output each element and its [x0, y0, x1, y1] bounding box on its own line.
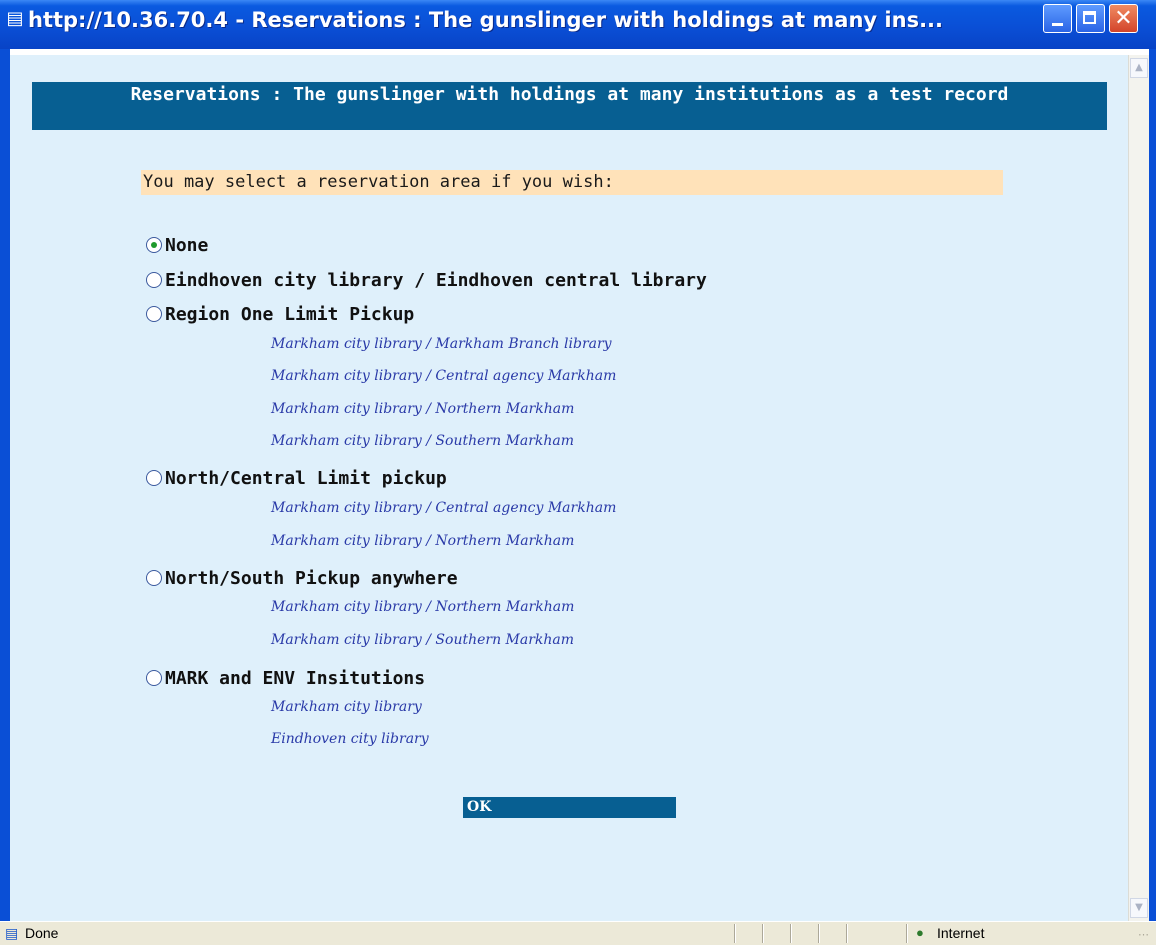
status-divider	[734, 924, 736, 943]
radio-button[interactable]	[146, 306, 162, 322]
radio-button[interactable]	[146, 670, 162, 686]
minimize-icon	[1052, 23, 1063, 26]
maximize-icon	[1083, 11, 1096, 24]
window-title: http://10.36.70.4 - Reservations : The g…	[28, 8, 944, 32]
location-item: Markham city library / Northern Markham	[271, 533, 575, 549]
option-label: MARK and ENV Insitutions	[165, 668, 426, 689]
location-item: Markham city library / Southern Markham	[271, 632, 575, 648]
status-text: Done	[25, 925, 59, 941]
window-title-bar[interactable]: ▤ http://10.36.70.4 - Reservations : The…	[0, 0, 1156, 49]
status-divider	[790, 924, 792, 943]
status-divider	[846, 924, 848, 943]
resize-grip-icon[interactable]: ⋯	[1138, 928, 1152, 942]
location-item: Eindhoven city library	[271, 731, 429, 747]
location-item: Markham city library / Central agency Ma…	[271, 500, 617, 516]
option-label: North/South Pickup anywhere	[165, 568, 458, 589]
status-divider	[906, 924, 908, 943]
radio-button[interactable]	[146, 272, 162, 288]
internet-globe-icon: ●	[916, 925, 924, 940]
location-item: Markham city library	[271, 699, 422, 715]
vertical-scrollbar[interactable]: ▲ ▼	[1128, 55, 1149, 921]
status-divider	[818, 924, 820, 943]
radio-button[interactable]	[146, 237, 162, 253]
option-label: Region One Limit Pickup	[165, 304, 415, 325]
option-label: Eindhoven city library / Eindhoven centr…	[165, 270, 707, 291]
scroll-down-arrow-icon[interactable]: ▼	[1130, 898, 1148, 918]
window-frame-left	[0, 49, 10, 921]
page-done-icon: ▤	[5, 925, 19, 941]
minimize-button[interactable]	[1043, 4, 1072, 33]
option-label: None	[165, 235, 209, 256]
location-item: Markham city library / Markham Branch li…	[271, 336, 612, 352]
page-content: Reservations : The gunslinger with holdi…	[10, 55, 1128, 921]
radio-button[interactable]	[146, 470, 162, 486]
ie-page-icon: ▤	[6, 8, 24, 29]
window-frame-right	[1149, 49, 1156, 921]
page-title: Reservations : The gunslinger with holdi…	[32, 82, 1107, 130]
scroll-up-arrow-icon[interactable]: ▲	[1130, 58, 1148, 78]
ok-button[interactable]: OK	[463, 797, 676, 818]
maximize-button[interactable]	[1076, 4, 1105, 33]
location-item: Markham city library / Northern Markham	[271, 401, 575, 417]
location-item: Markham city library / Central agency Ma…	[271, 368, 617, 384]
status-bar: ▤ Done ● Internet ⋯	[0, 921, 1156, 945]
location-item: Markham city library / Northern Markham	[271, 599, 575, 615]
status-divider	[762, 924, 764, 943]
radio-button[interactable]	[146, 570, 162, 586]
location-item: Markham city library / Southern Markham	[271, 433, 575, 449]
option-label: North/Central Limit pickup	[165, 468, 447, 489]
security-zone-label: Internet	[937, 925, 985, 941]
selection-prompt: You may select a reservation area if you…	[141, 170, 1003, 195]
close-button[interactable]: ✕	[1109, 4, 1138, 33]
close-icon: ✕	[1114, 6, 1133, 31]
